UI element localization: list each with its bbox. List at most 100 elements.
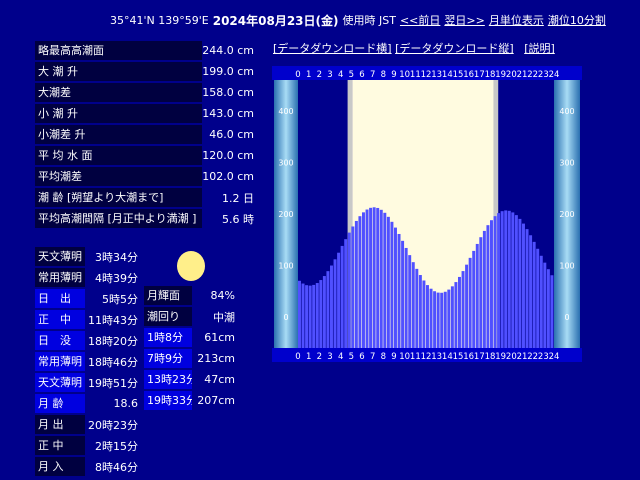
y-tick-label-left: 200 — [278, 210, 293, 219]
astro-label: 常用薄明 — [35, 352, 85, 371]
monthly-view-link[interactable]: 月単位表示 — [489, 12, 544, 28]
astro-label: 天文薄明 — [35, 373, 85, 392]
y-tick-label-right: 300 — [559, 158, 574, 167]
x-tick-label-bottom: 13 — [431, 352, 442, 362]
tide-10min-link[interactable]: 潮位10分割 — [548, 12, 606, 28]
tide-bar — [330, 265, 333, 348]
y-tick-label-left: 400 — [278, 107, 293, 116]
tide-bar — [312, 284, 316, 348]
astronomy-table: 天文薄明 3時34分 常用薄明 4時39分 日 出 5時5分 正 中 11時43分 日 … — [35, 247, 142, 478]
tide-row: 13時23分 47cm — [144, 370, 239, 389]
stat-row: 平均潮差 102.0 cm — [35, 167, 260, 186]
tide-bar — [369, 207, 373, 348]
stat-row: 略最高高潮面 244.0 cm — [35, 41, 260, 60]
stat-value: 199.0 cm — [202, 65, 254, 78]
x-tick-label-top: 21 — [517, 70, 528, 80]
tide-bar — [362, 212, 365, 348]
x-tick-label-bottom: 8 — [381, 352, 386, 362]
download-vertical-link[interactable]: [データダウンロード縦] — [395, 42, 514, 55]
x-tick-label-bottom: 1 — [306, 352, 311, 362]
tide-bar — [408, 255, 412, 348]
tide-bar — [490, 220, 493, 348]
astro-row: 天文薄明 19時51分 — [35, 373, 142, 392]
download-horizontal-link[interactable]: [データダウンロード横] — [273, 42, 392, 55]
astro-value: 3時34分 — [95, 250, 138, 264]
astro-row: 常用薄明 4時39分 — [35, 268, 142, 287]
x-tick-label-top: 22 — [527, 70, 538, 80]
astro-value: 5時5分 — [102, 292, 138, 306]
x-tick-label-bottom: 3 — [327, 352, 332, 362]
x-tick-label-bottom: 14 — [442, 352, 453, 362]
help-link[interactable]: [説明] — [524, 42, 555, 55]
tide-bar — [511, 212, 515, 348]
y-tick-label-left: 0 — [283, 313, 288, 322]
astro-value: 11時43分 — [88, 313, 138, 327]
x-tick-label-bottom: 11 — [410, 352, 421, 362]
astro-value: 19時51分 — [88, 376, 138, 390]
prev-day-link[interactable]: <<前日 — [400, 12, 440, 28]
y-tick-label-right: 200 — [559, 210, 574, 219]
x-tick-label-top: 7 — [370, 70, 375, 80]
stat-value: 158.0 cm — [202, 86, 254, 99]
astro-value: 4時39分 — [95, 271, 138, 285]
y-tick-label-right: 100 — [559, 262, 574, 271]
tide-bar — [479, 237, 483, 348]
tide-bar — [372, 207, 376, 348]
tide-label: 1時8分 — [144, 328, 192, 347]
tide-bar — [326, 271, 330, 348]
stat-value: 46.0 cm — [209, 128, 254, 141]
next-day-link[interactable]: 翌日>> — [444, 12, 484, 28]
tide-label: 潮回り — [144, 307, 192, 326]
tide-value: 47cm — [204, 373, 235, 386]
astro-label: 月 齢 — [35, 394, 85, 413]
astro-row: 天文薄明 3時34分 — [35, 247, 142, 266]
x-tick-label-bottom: 16 — [463, 352, 474, 362]
stat-row: 潮 齢 [朔望より大潮まで] 1.2 日 — [35, 188, 260, 207]
y-tick-label-right: 0 — [564, 313, 569, 322]
x-tick-label-top: 1 — [306, 70, 311, 80]
tide-bar — [401, 240, 405, 348]
tide-statistics: 略最高高潮面 244.0 cm 大 潮 升 199.0 cm 大潮差 158.0 cm… — [35, 41, 260, 230]
tide-bar — [433, 291, 437, 348]
x-tick-label-top: 14 — [442, 70, 453, 80]
tide-bar — [518, 218, 522, 348]
tide-bar — [344, 239, 348, 348]
tide-value: 213cm — [197, 352, 235, 365]
astro-value: 18.6 — [113, 397, 139, 410]
y-tick-label-left: 100 — [278, 262, 293, 271]
x-tick-label-bottom: 19 — [495, 352, 506, 362]
x-tick-label-top: 9 — [391, 70, 396, 80]
astro-row: 月 入 8時46分 — [35, 457, 142, 476]
coordinates: 35°41'N 139°59'E — [110, 13, 209, 27]
tide-bar — [333, 259, 337, 348]
tide-bar — [422, 280, 426, 348]
tide-bar — [351, 226, 355, 348]
stat-value: 244.0 cm — [202, 44, 254, 57]
tide-bar — [543, 262, 547, 348]
astro-value: 20時23分 — [88, 418, 138, 432]
x-tick-label-bottom: 2 — [317, 352, 322, 362]
x-tick-label-bottom: 10 — [399, 352, 410, 362]
tide-bar — [358, 216, 362, 348]
tide-bar — [315, 283, 319, 348]
tide-bar — [546, 269, 550, 348]
astro-label: 月 出 — [35, 415, 85, 434]
tide-bar — [482, 230, 486, 348]
tide-bar — [468, 257, 472, 348]
x-tick-label-top: 10 — [399, 70, 410, 80]
tide-bar — [383, 212, 387, 348]
tide-label: 月輝面 — [144, 286, 192, 305]
x-tick-label-top: 12 — [421, 70, 432, 80]
tide-bar — [308, 285, 312, 348]
header-bar: 35°41'N 139°59'E 2024年08月23日(金) 使用時 JST … — [110, 12, 636, 28]
x-tick-label-bottom: 7 — [370, 352, 375, 362]
x-tick-label-bottom: 18 — [485, 352, 496, 362]
tide-value: 84% — [210, 289, 235, 302]
x-tick-label-bottom: 6 — [359, 352, 364, 362]
stat-value: 120.0 cm — [202, 149, 254, 162]
stat-row: 大潮差 158.0 cm — [35, 83, 260, 102]
tide-bar — [500, 211, 504, 348]
x-tick-label-top: 24 — [549, 70, 560, 80]
tide-bar — [486, 225, 490, 348]
tide-bar — [472, 250, 476, 348]
